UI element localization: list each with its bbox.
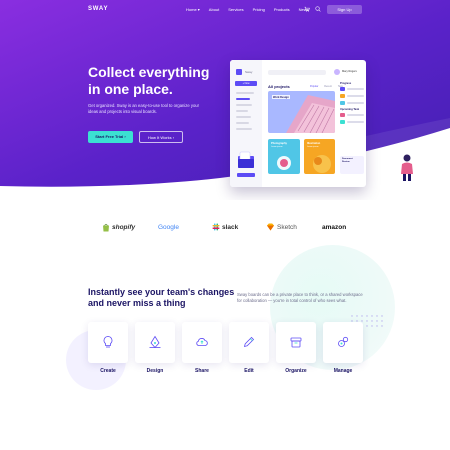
mock-sidebar-line <box>236 116 251 118</box>
feature-card-share[interactable] <box>182 322 222 363</box>
list-item <box>340 120 364 124</box>
lightbulb-icon <box>103 336 113 348</box>
mock-sidebar: Sway + New <box>230 60 262 187</box>
mock-progress-title: Progress <box>340 82 352 85</box>
dashboard-mockup: Sway + New Mary Rogers All projects Popu… <box>230 60 366 187</box>
list-item <box>340 101 364 105</box>
brand-name: shopify <box>112 223 136 231</box>
brand-name: Google <box>158 223 179 231</box>
mock-card-label: Work Design <box>272 95 290 99</box>
nav-item-about[interactable]: About <box>209 7 219 12</box>
brand-logo[interactable]: SWAY <box>88 6 108 12</box>
signup-button[interactable]: Sign Up <box>327 5 362 14</box>
mock-sidebar-line <box>236 98 250 100</box>
hero-title: Collect everything in one place. <box>88 64 210 97</box>
mock-sidebar-line <box>236 92 254 94</box>
sketch-diamond-icon <box>267 223 274 231</box>
mock-upcoming-title: Upcoming Task <box>340 108 360 111</box>
mock-user-name: Mary Rogers <box>342 70 357 73</box>
features-title: Instantly see your team's changes and ne… <box>88 287 235 308</box>
feature-label-edit: Edit <box>244 368 254 374</box>
shopify-bag-icon <box>103 223 109 231</box>
how-it-works-button[interactable]: How It Works › <box>139 131 183 143</box>
feature-label-share: Share <box>195 368 209 374</box>
feature-label-organize: Organize <box>285 368 307 374</box>
mock-card-subtitle: Lorem ipsum <box>307 146 319 148</box>
list-item <box>340 87 364 91</box>
nav-menu: Home ▾ About Services Pricing Products N… <box>186 7 309 12</box>
mock-search-bar <box>268 70 326 75</box>
feature-label-design: Design <box>146 368 164 374</box>
mock-new-button: + New <box>235 81 257 86</box>
feature-card-edit[interactable] <box>229 322 269 363</box>
cloud-share-icon <box>196 338 208 346</box>
folder-illustration-icon <box>238 151 254 168</box>
mock-upgrade-bar <box>237 173 255 177</box>
list-item <box>340 94 364 98</box>
mock-building-photo: Work Design <box>268 91 335 133</box>
brand-name: slack <box>222 223 239 231</box>
mock-brand: Sway <box>245 70 253 74</box>
mock-card-title: Photography <box>271 142 287 145</box>
mock-tab: Recent <box>324 85 332 88</box>
mock-sidebar-line <box>236 104 252 106</box>
nav-item-services[interactable]: Services <box>228 7 243 12</box>
archive-icon <box>290 337 302 348</box>
feature-card-manage[interactable] <box>323 322 363 363</box>
person-illustration-icon <box>395 154 419 184</box>
cart-icon[interactable] <box>304 6 310 12</box>
pencil-icon <box>243 336 255 348</box>
slack-logo: slack <box>212 220 238 234</box>
nav-item-pricing[interactable]: Pricing <box>253 7 265 12</box>
feature-card-organize[interactable] <box>276 322 316 363</box>
feature-label-create: Create <box>100 368 116 374</box>
slack-hash-icon <box>212 223 220 231</box>
shopify-logo: shopify <box>102 220 135 234</box>
mock-tabs: Popular Recent Tags <box>310 85 343 88</box>
settings-icon <box>338 336 349 347</box>
mock-photography-card: Photography Lorem ipsum <box>268 139 300 174</box>
mock-illustration-card: Illustration Lorem ipsum <box>304 139 335 174</box>
mock-card-title: Illustration <box>307 142 321 145</box>
pen-tool-icon <box>149 335 161 349</box>
search-icon[interactable] <box>315 6 321 12</box>
nav-item-home[interactable]: Home ▾ <box>186 7 200 12</box>
hero-subtitle: Get organized. Sway is an easy-to-use to… <box>88 103 200 114</box>
mock-document-label: Document Review <box>342 158 353 163</box>
google-logo: Google <box>158 220 179 234</box>
feature-card-design[interactable] <box>135 322 175 363</box>
mock-sidebar-line <box>236 128 252 130</box>
hero-background <box>0 0 450 187</box>
mock-document-card: Document Review <box>340 156 364 174</box>
nav-item-products[interactable]: Products <box>274 7 290 12</box>
mock-card-subtitle: Lorem ipsum <box>271 146 283 148</box>
start-free-trial-button[interactable]: Start Free Trial › <box>88 131 133 143</box>
brand-name: Sketch <box>277 223 297 231</box>
top-navigation: SWAY Home ▾ About Services Pricing Produ… <box>0 0 450 20</box>
amazon-logo: amazon <box>322 220 346 234</box>
mock-section-title: All projects <box>268 84 290 89</box>
mock-right-column: Progress Upcoming Task <box>340 82 364 127</box>
mock-sidebar-line <box>236 122 249 124</box>
features-description: Sway boards can be a private place to th… <box>237 292 363 303</box>
brand-logo-strip: shopify Google slack Sketch amazon <box>88 220 362 234</box>
avatar <box>334 69 340 75</box>
hero-section: SWAY Home ▾ About Services Pricing Produ… <box>0 0 450 200</box>
mock-logo-icon <box>236 69 242 75</box>
feature-label-manage: Manage <box>333 368 353 374</box>
mock-tab: Popular <box>310 85 319 88</box>
sketch-logo: Sketch <box>266 220 297 234</box>
brand-name: amazon <box>322 223 347 231</box>
mock-sidebar-line <box>236 110 248 112</box>
feature-card-create[interactable] <box>88 322 128 363</box>
list-item <box>340 113 364 117</box>
